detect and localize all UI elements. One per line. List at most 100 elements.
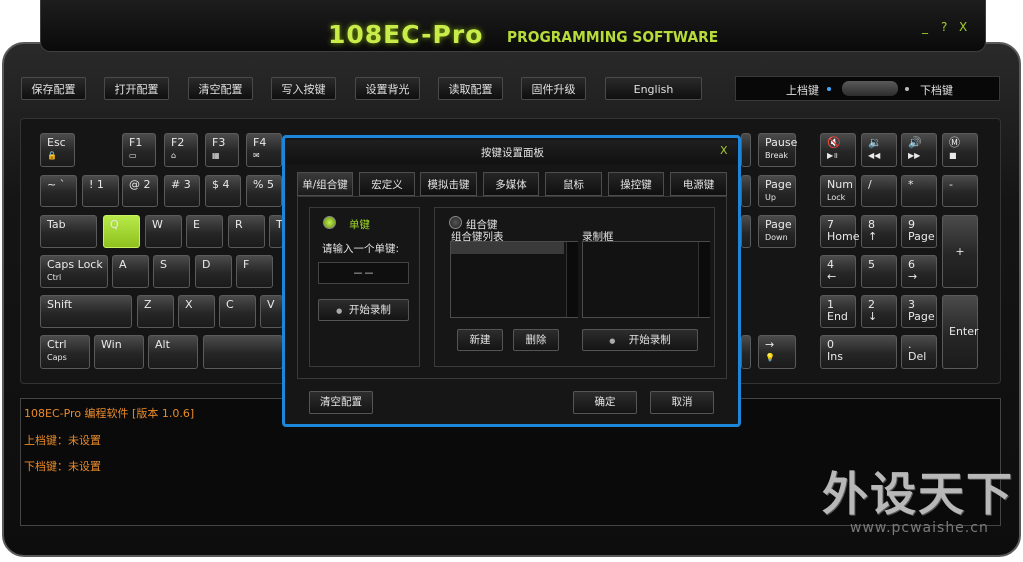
tab-power-keys[interactable]: 电源键	[670, 172, 727, 196]
single-key-input[interactable]: －－	[318, 262, 409, 284]
ok-button[interactable]: 确定	[573, 391, 637, 414]
key-z[interactable]: Z	[137, 295, 174, 328]
single-key-radio[interactable]	[323, 216, 336, 229]
dialog-title: 按键设置面板	[481, 147, 544, 159]
key-esc[interactable]: Esc 🔒	[40, 133, 75, 167]
key-volume-down[interactable]: 🔉 ◀◀	[861, 133, 897, 167]
key-num-7[interactable]: 7 Home	[820, 215, 859, 248]
key-volume-up[interactable]: 🔊 ▶▶	[901, 133, 937, 167]
key-r[interactable]: R	[228, 215, 265, 248]
key-num-9[interactable]: 9 Page	[901, 215, 937, 248]
log-line: 上档键：未设置	[24, 434, 101, 447]
key-2[interactable]: @ 2	[122, 175, 158, 207]
key-num-star[interactable]: *	[901, 175, 937, 207]
key-a[interactable]: A	[112, 255, 149, 288]
key-f1[interactable]: F1 ▭	[122, 133, 156, 167]
key-x[interactable]: X	[178, 295, 215, 328]
write-keys-button[interactable]: 写入按键	[271, 77, 336, 100]
key-space[interactable]	[203, 335, 283, 369]
close-button[interactable]: X	[959, 20, 967, 34]
stop-icon: ■	[949, 151, 957, 160]
key-5[interactable]: % 5	[246, 175, 282, 207]
new-button[interactable]: 新建	[457, 329, 503, 351]
single-key-prompt: 请输入一个单键:	[322, 243, 400, 255]
tab-control-keys[interactable]: 操控键	[608, 172, 664, 196]
key-ctrl[interactable]: Ctrl Caps	[40, 335, 90, 369]
key-page-up[interactable]: Page Up	[758, 175, 796, 207]
open-config-button[interactable]: 打开配置	[104, 77, 169, 100]
key-pause[interactable]: Pause Break	[758, 133, 797, 167]
key-f2[interactable]: F2 ⌂	[164, 133, 198, 167]
key-w[interactable]: W	[145, 215, 182, 248]
key-num-lock[interactable]: Num Lock	[820, 175, 856, 207]
key-num-6[interactable]: 6 →	[901, 255, 937, 288]
key-q[interactable]: Q	[103, 215, 140, 248]
key-home[interactable]	[741, 175, 751, 207]
single-record-button[interactable]: ● 开始录制	[318, 299, 409, 321]
key-4[interactable]: $ 4	[205, 175, 241, 207]
clear-config-button[interactable]: 清空配置	[188, 77, 253, 100]
key-arrow-right[interactable]: → 💡	[758, 335, 796, 369]
key-num-8[interactable]: 8 ↑	[861, 215, 897, 248]
key-num-1[interactable]: 1 End	[820, 295, 856, 328]
key-s[interactable]: S	[153, 255, 190, 288]
english-button[interactable]: English	[605, 77, 702, 100]
combo-list-scrollbar[interactable]	[566, 242, 578, 317]
key-3[interactable]: # 3	[164, 175, 200, 207]
combo-record-button[interactable]: ● 开始录制	[582, 329, 698, 351]
tab-mouse[interactable]: 鼠标	[545, 172, 602, 196]
key-num-dot[interactable]: . Del	[901, 335, 937, 369]
key-e[interactable]: E	[186, 215, 223, 248]
help-button[interactable]: ?	[941, 20, 947, 34]
save-config-button[interactable]: 保存配置	[21, 77, 86, 100]
key-scroll-lock[interactable]	[741, 133, 751, 167]
key-num-slash[interactable]: /	[861, 175, 897, 207]
combo-key-radio[interactable]	[449, 216, 462, 229]
tab-simulate-keystroke[interactable]: 模拟击键	[420, 172, 477, 196]
key-num-minus[interactable]: -	[942, 175, 978, 207]
key-end[interactable]	[741, 215, 751, 248]
cancel-button[interactable]: 取消	[650, 391, 714, 414]
key-num-enter[interactable]: Enter	[942, 295, 979, 369]
key-tab[interactable]: Tab	[40, 215, 97, 248]
tab-macro[interactable]: 宏定义	[359, 172, 415, 196]
key-num-3[interactable]: 3 Page	[901, 295, 937, 328]
key-alt[interactable]: Alt	[148, 335, 198, 369]
key-f[interactable]: F	[236, 255, 273, 288]
key-f3[interactable]: F3 ▦	[205, 133, 239, 167]
key-macro-m[interactable]: Ⓜ ■	[942, 133, 978, 167]
key-num-plus[interactable]: +	[942, 215, 978, 288]
arrow-down-icon: ↓	[868, 310, 878, 323]
key-v[interactable]: V	[260, 295, 283, 328]
delete-button[interactable]: 删除	[513, 329, 559, 351]
key-d[interactable]: D	[195, 255, 232, 288]
key-t[interactable]: T	[269, 215, 283, 248]
key-page-down[interactable]: Page Down	[758, 215, 796, 248]
upper-indicator-icon	[827, 87, 831, 91]
key-f4[interactable]: F4 ✉	[246, 133, 282, 167]
record-box-scrollbar[interactable]	[698, 242, 710, 317]
record-box[interactable]	[582, 241, 710, 318]
dialog-clear-config-button[interactable]: 清空配置	[309, 391, 373, 414]
key-tilde[interactable]: ~ `	[40, 175, 77, 207]
key-mute[interactable]: 🔇 ▶॥	[820, 133, 856, 167]
key-num-0[interactable]: 0 Ins	[820, 335, 897, 369]
tab-multimedia[interactable]: 多媒体	[483, 172, 539, 196]
key-num-4[interactable]: 4 ←	[820, 255, 856, 288]
backlight-button[interactable]: 设置背光	[355, 77, 420, 100]
key-shift[interactable]: Shift	[40, 295, 132, 328]
key-caps-lock[interactable]: Caps Lock Ctrl	[40, 255, 108, 288]
key-num-5[interactable]: 5	[861, 255, 897, 288]
dialog-close-button[interactable]: X	[720, 144, 728, 157]
minimize-button[interactable]: _	[922, 20, 928, 34]
key-num-2[interactable]: 2 ↓	[861, 295, 897, 328]
key-arrow-left[interactable]	[741, 335, 751, 369]
firmware-upgrade-button[interactable]: 固件升级	[521, 77, 586, 100]
key-1[interactable]: ! 1	[82, 175, 119, 207]
read-config-button[interactable]: 读取配置	[438, 77, 503, 100]
key-c[interactable]: C	[219, 295, 256, 328]
combo-list-selected-row[interactable]	[451, 242, 564, 254]
tab-single-combo[interactable]: 单/组合键	[297, 172, 353, 196]
key-win[interactable]: Win	[94, 335, 144, 369]
layer-toggle-slider[interactable]	[842, 81, 898, 96]
